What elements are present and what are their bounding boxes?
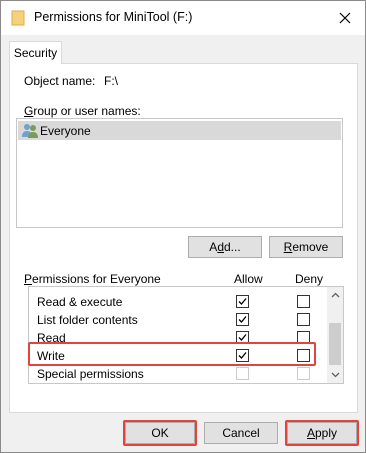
permissions-label-rest: ermissions for Everyone [32, 272, 161, 286]
chevron-down-icon [331, 372, 339, 378]
apply-button-highlight [285, 420, 359, 446]
remove-button[interactable]: Remove [269, 236, 343, 258]
allow-read-execute-checkbox[interactable] [236, 295, 249, 308]
chevron-up-icon [331, 292, 339, 298]
permission-row-special: Special permissions [29, 365, 329, 383]
deny-special-checkbox [297, 367, 310, 380]
permissions-list[interactable]: Read & execute List folder contents Read… [28, 286, 344, 384]
group-names-label: Group or user names: [24, 104, 141, 118]
deny-read-execute-checkbox[interactable] [297, 295, 310, 308]
cancel-button-label: Cancel [222, 426, 260, 440]
add-access-key: d [217, 240, 224, 254]
group-user-list[interactable]: Everyone [16, 118, 343, 228]
cancel-button[interactable]: Cancel [204, 422, 278, 444]
permission-row-list-folder-contents: List folder contents [29, 311, 329, 329]
object-name-value: F:\ [104, 74, 118, 88]
permission-name: Read & execute [37, 295, 123, 309]
object-name-label: Object name: [24, 74, 96, 88]
allow-column-header: Allow [234, 272, 263, 286]
permissions-scrollbar[interactable] [327, 287, 343, 383]
group-names-label-rest: roup or user names: [33, 104, 141, 118]
group-names-access-key: G [24, 104, 34, 118]
checkmark-icon [238, 298, 247, 305]
remove-button-label: Remove [284, 240, 329, 254]
remove-access-key: R [283, 240, 293, 254]
tab-security[interactable]: Security [9, 41, 62, 64]
add-button-label: Add... [209, 240, 240, 254]
scroll-down-button[interactable] [327, 367, 343, 383]
remove-label-post: emove [292, 240, 329, 254]
window-title: Permissions for MiniTool (F:) [34, 10, 193, 24]
allow-special-checkbox [236, 367, 249, 380]
deny-column-header: Deny [295, 272, 324, 286]
title-bar: Permissions for MiniTool (F:) [1, 1, 365, 35]
permissions-label: Permissions for Everyone [24, 272, 161, 286]
ok-button-highlight [123, 420, 197, 446]
folder-icon [11, 10, 25, 26]
close-icon [339, 12, 351, 24]
allow-list-folder-contents-checkbox[interactable] [236, 313, 249, 326]
list-item-label: Everyone [40, 124, 91, 138]
permissions-access-key: P [24, 272, 33, 286]
permission-name: List folder contents [37, 313, 138, 327]
tab-security-label: Security [13, 46, 58, 60]
add-button[interactable]: Add... [188, 236, 262, 258]
checkmark-icon [238, 316, 247, 323]
add-label-post: d... [224, 240, 241, 254]
close-button[interactable] [325, 1, 365, 35]
permissions-dialog: Permissions for MiniTool (F:) Security O… [0, 0, 366, 453]
permission-name: Special permissions [37, 367, 144, 381]
write-row-highlight [28, 342, 316, 366]
scroll-thumb[interactable] [329, 323, 341, 365]
permission-row-read-execute: Read & execute [29, 293, 329, 311]
scroll-up-button[interactable] [327, 287, 343, 303]
deny-list-folder-contents-checkbox[interactable] [297, 313, 310, 326]
users-group-icon [22, 124, 38, 138]
list-item-everyone[interactable]: Everyone [18, 121, 341, 140]
